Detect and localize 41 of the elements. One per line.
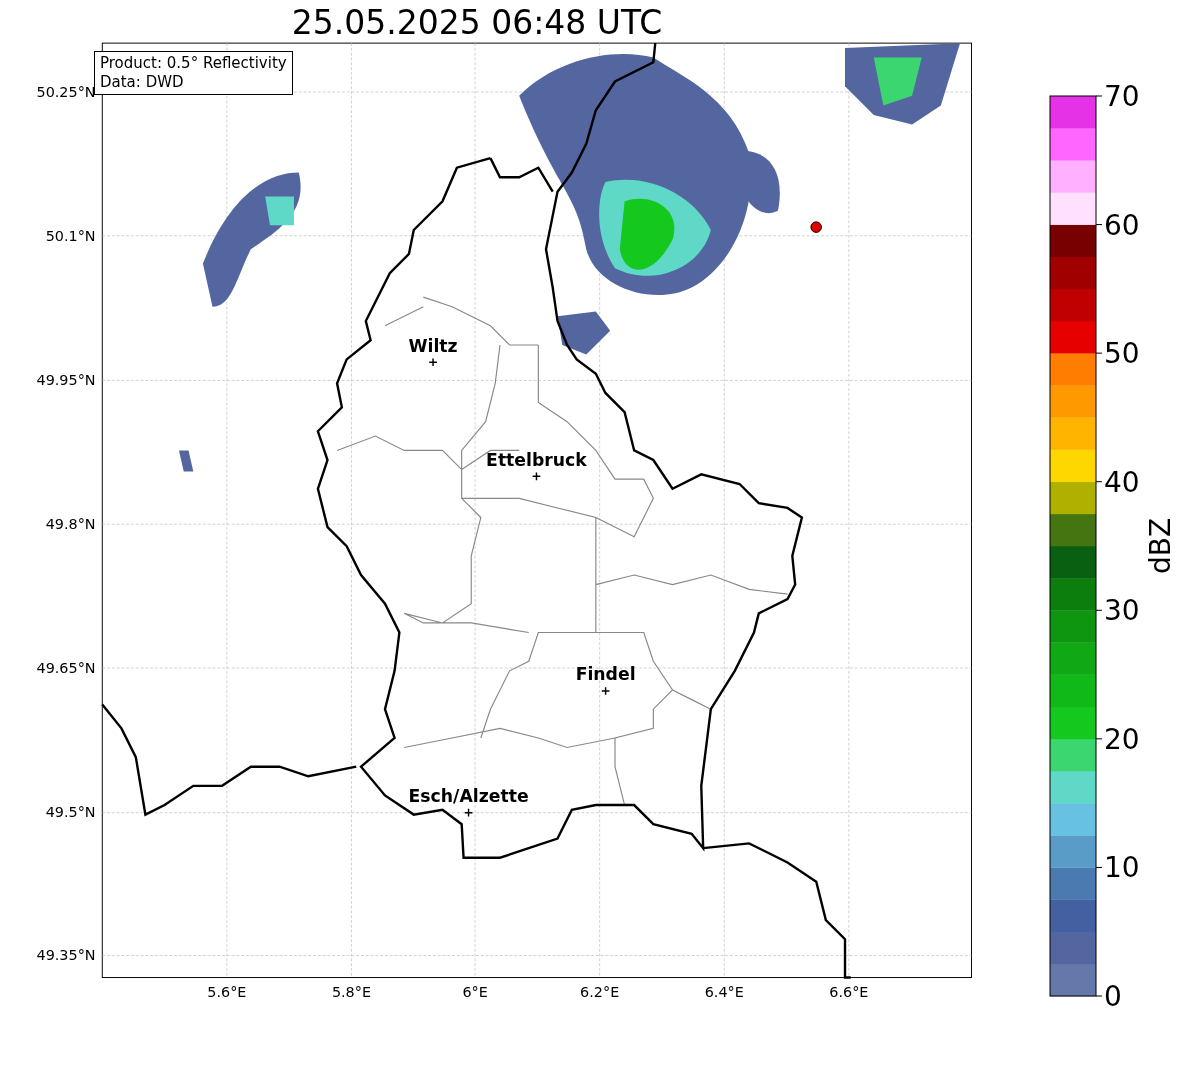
x-tick-label: 5.6°E — [207, 983, 247, 1000]
city-label: Wiltz — [408, 335, 458, 356]
tick-mark — [1095, 995, 1103, 997]
y-tick-label: 49.35°N — [36, 947, 96, 964]
x-tick-label: 6.6°E — [829, 983, 869, 1000]
y-tick-label: 49.5°N — [45, 804, 96, 821]
y-tick-label: 49.8°N — [45, 516, 96, 532]
colorbar-tick-label: 20 — [1104, 722, 1140, 756]
colorbar-tick-label: 50 — [1104, 337, 1140, 371]
tick-mark — [1095, 738, 1103, 740]
y-tick-label: 49.65°N — [36, 659, 96, 676]
tick-mark — [1095, 224, 1103, 226]
city-marker-icon — [531, 471, 541, 481]
city-marker-icon — [601, 686, 611, 696]
colorbar-tick-label: 0 — [1104, 980, 1122, 1013]
x-tick-label: 6.2°E — [580, 983, 620, 1000]
tick-mark — [1095, 352, 1103, 354]
colorbar-label: dBZ — [1144, 517, 1177, 575]
tick-mark — [1095, 481, 1103, 483]
y-tick-label: 49.95°N — [36, 372, 96, 389]
tick-mark — [1095, 609, 1103, 611]
y-tick-label: 50.1°N — [45, 227, 96, 244]
colorbar-tick-label: 40 — [1104, 465, 1140, 499]
city-marker-icon — [464, 808, 474, 818]
city-label: Ettelbruck — [486, 449, 587, 470]
tick-mark — [1095, 95, 1103, 97]
city-label: Findel — [575, 664, 636, 685]
colorbar-tick-label: 70 — [1104, 80, 1140, 113]
colorbar-tick-label: 10 — [1104, 851, 1140, 885]
x-tick-label: 5.8°E — [331, 983, 371, 1000]
city-label: Esch/Alzette — [408, 786, 529, 807]
y-tick-label: 50.25°N — [36, 83, 96, 100]
tick-mark — [1095, 866, 1103, 868]
info-text: Data: DWD — [100, 73, 185, 92]
city-marker-icon — [428, 357, 438, 367]
colorbar-tick-label: 60 — [1104, 208, 1140, 242]
info-text: Product: 0.5° Reflectivity — [100, 54, 287, 73]
chart-title: 25.05.2025 06:48 UTC — [291, 3, 663, 42]
colorbar-tick-label: 30 — [1104, 594, 1140, 628]
x-tick-label: 6.4°E — [704, 983, 744, 1000]
x-tick-label: 6°E — [462, 983, 488, 1000]
